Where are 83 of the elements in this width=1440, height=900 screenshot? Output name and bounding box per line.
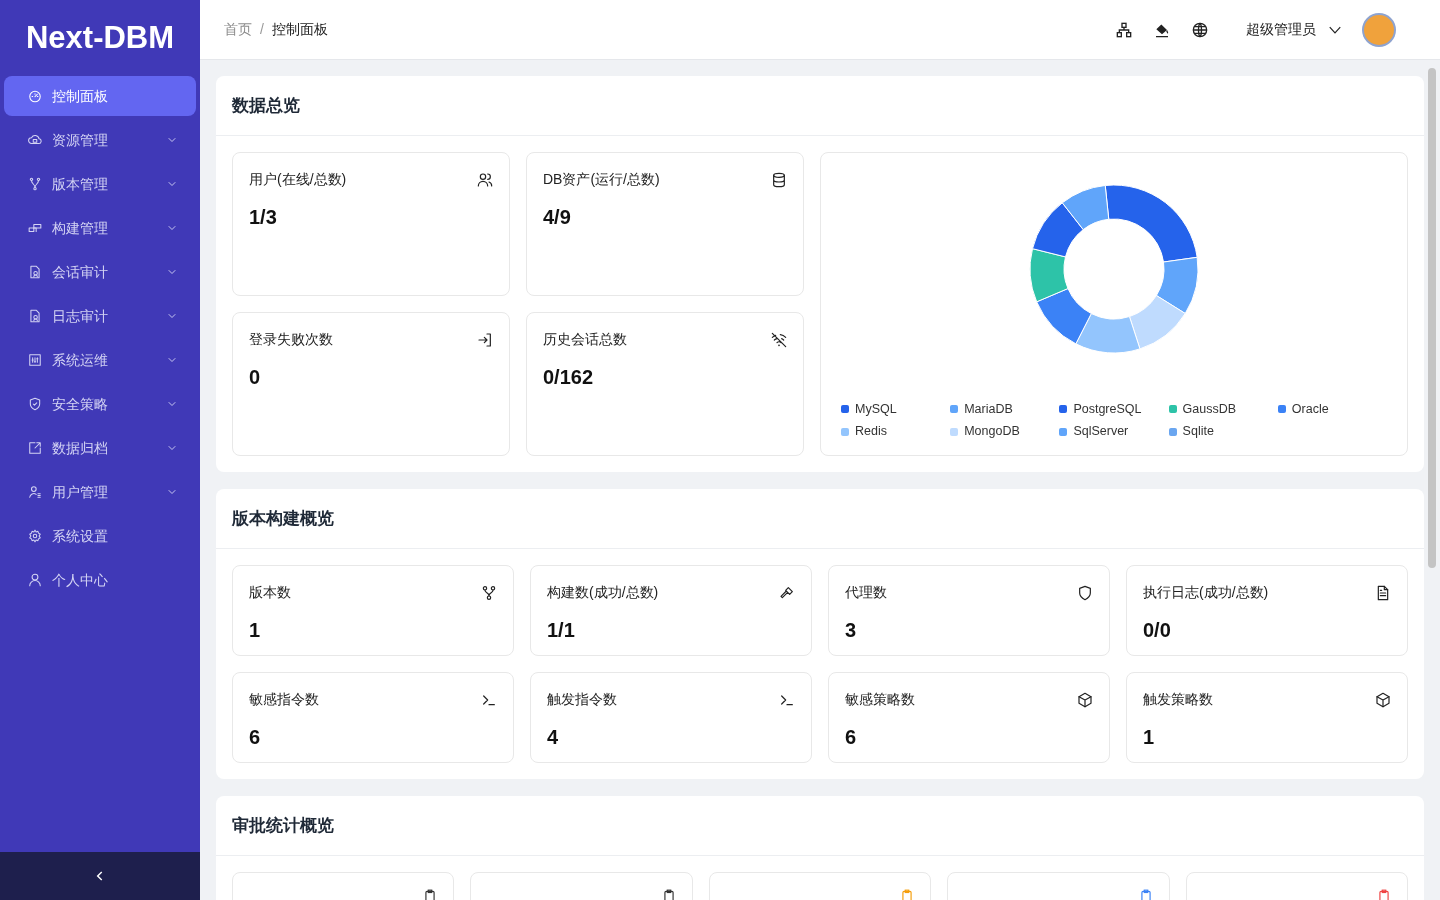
stat-value: 1/3 <box>249 205 278 230</box>
stat-label: 构建数(成功/总数) <box>547 583 659 602</box>
user-menu[interactable]: 超级管理员 <box>1246 19 1342 40</box>
gauge-icon <box>28 89 42 103</box>
external-link-icon <box>28 441 42 455</box>
sidebar-item[interactable]: 数据归档 <box>4 428 196 468</box>
sidebar-item[interactable]: 构建管理 <box>4 208 196 248</box>
hammer-icon <box>779 584 795 601</box>
legend-item[interactable]: MariaDB <box>950 399 1060 419</box>
users-icon <box>477 171 493 188</box>
stat-label: 触发指令数 <box>547 690 617 709</box>
stat-label: 版本数 <box>249 583 291 602</box>
sidebar-item[interactable]: 系统运维 <box>4 340 196 380</box>
sidebar-item[interactable]: 系统设置 <box>4 516 196 556</box>
fork-icon <box>28 177 42 191</box>
log-in-icon <box>477 331 493 348</box>
stat-value: 0 <box>249 365 262 390</box>
donut-slice <box>1029 248 1069 303</box>
shield-check-icon <box>28 397 42 411</box>
sitemap-icon[interactable] <box>1116 21 1132 38</box>
file-user-icon <box>28 309 42 323</box>
legend-item[interactable]: MySQL <box>841 399 951 419</box>
donut-slice <box>1032 202 1084 258</box>
stat-label: 历史会话总数 <box>543 330 627 349</box>
sidebar-item[interactable]: 资源管理 <box>4 120 196 160</box>
stat-label: DB资产(运行/总数) <box>543 170 660 189</box>
stat-label: 代理数 <box>845 583 887 602</box>
sidebar-item[interactable]: 安全策略 <box>4 384 196 424</box>
separator: / <box>260 20 264 39</box>
section-title: 版本构建概览 <box>232 507 334 530</box>
stat-label: 触发策略数 <box>1143 690 1213 709</box>
database-icon <box>771 171 787 188</box>
stat-label: 执行日志(成功/总数) <box>1143 583 1269 602</box>
logo: Next-DBM <box>24 18 176 57</box>
sidebar-item[interactable]: 个人中心 <box>4 560 196 600</box>
fork-icon <box>481 584 497 601</box>
breadcrumb-item[interactable]: 首页 <box>224 19 252 40</box>
section-title: 审批统计概览 <box>232 814 334 837</box>
legend-item[interactable]: Redis <box>841 422 951 441</box>
legend-item[interactable]: SqlServer <box>1059 422 1169 441</box>
file-user-icon <box>28 265 42 279</box>
sidebar-item[interactable]: 会话审计 <box>4 252 196 292</box>
package-icon <box>1077 691 1093 708</box>
stat-value: 3 <box>845 618 858 643</box>
wifi-off-icon <box>771 331 787 348</box>
legend-item[interactable]: MongoDB <box>950 422 1060 441</box>
sidebar-item[interactable]: 控制面板 <box>4 76 196 116</box>
stat-label: 敏感指令数 <box>249 690 319 709</box>
package-icon <box>1375 691 1391 708</box>
legend-item[interactable]: PostgreSQL <box>1059 399 1169 419</box>
sliders-icon <box>28 353 42 367</box>
globe-icon[interactable] <box>1192 21 1208 38</box>
stat-label: 用户(在线/总数) <box>249 170 347 189</box>
legend-item[interactable]: Oracle <box>1277 399 1387 419</box>
donut-slice <box>1036 288 1092 345</box>
stat-value: 6 <box>845 725 858 750</box>
stat-value: 0/0 <box>1143 618 1172 643</box>
sidebar-item[interactable]: 用户管理 <box>4 472 196 512</box>
stat-value: 1 <box>249 618 262 643</box>
legend-item[interactable]: Sqlite <box>1168 422 1278 441</box>
stat-value: 6 <box>249 725 262 750</box>
donut-slice <box>1128 295 1186 350</box>
user-icon <box>28 573 42 587</box>
stat-value: 1/1 <box>547 618 576 643</box>
cloud-icon <box>28 133 42 147</box>
blocks-icon <box>28 221 42 235</box>
section-title: 数据总览 <box>232 94 300 117</box>
stat-value: 0/162 <box>543 365 595 390</box>
legend-item[interactable]: GaussDB <box>1168 399 1278 419</box>
stat-value: 4/9 <box>543 205 572 230</box>
sidebar-item[interactable]: 版本管理 <box>4 164 196 204</box>
breadcrumb-item: 控制面板 <box>271 20 328 39</box>
user-cog-icon <box>28 485 42 499</box>
shield-icon <box>1077 584 1093 601</box>
settings-icon <box>28 529 42 543</box>
donut-slice <box>1075 313 1141 354</box>
stat-value: 1 <box>1143 725 1156 750</box>
stat-value: 4 <box>547 725 560 750</box>
scrollbar[interactable] <box>1428 68 1436 568</box>
sidebar-item[interactable]: 日志审计 <box>4 296 196 336</box>
file-text-icon <box>1375 584 1391 601</box>
stat-label: 登录失败次数 <box>249 330 333 349</box>
stat-label: 敏感策略数 <box>845 690 915 709</box>
